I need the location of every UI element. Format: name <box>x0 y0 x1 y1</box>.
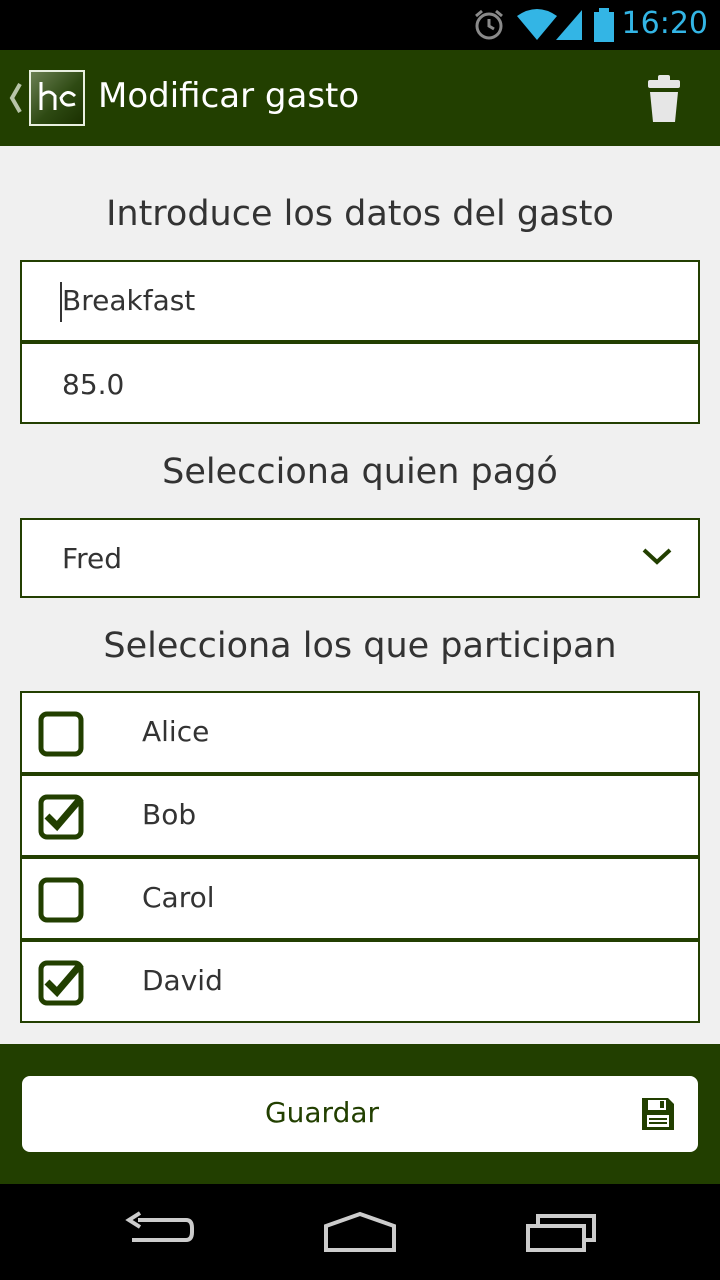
system-nav-bar <box>0 1184 720 1280</box>
recent-apps-icon[interactable] <box>524 1210 600 1254</box>
page-title: Modificar gasto <box>98 76 360 116</box>
participant-label: Carol <box>142 881 215 914</box>
battery-icon <box>594 8 614 42</box>
action-bar: Modificar gasto <box>0 50 720 146</box>
floppy-disk-icon <box>642 1098 674 1130</box>
participant-row-david[interactable]: David <box>20 940 700 1023</box>
expense-heading: Introduce los datos del gasto <box>106 194 614 234</box>
bottom-bar: Guardar <box>0 1044 720 1184</box>
participant-label: David <box>142 964 223 997</box>
trash-icon <box>648 75 680 122</box>
participant-row-alice[interactable]: Alice <box>20 691 700 774</box>
checkbox-unchecked-icon[interactable] <box>38 877 84 923</box>
participant-label: Bob <box>142 798 197 831</box>
hc-logo-icon <box>39 82 77 110</box>
signal-icon <box>556 10 582 40</box>
name-field-value: Breakfast <box>62 284 196 317</box>
status-bar: 16:20 <box>0 0 720 50</box>
alarm-icon <box>475 9 503 40</box>
form-content: Introduce los datos del gasto Breakfast … <box>0 146 720 1044</box>
home-icon[interactable] <box>322 1210 398 1254</box>
status-time: 16:20 <box>621 6 708 41</box>
back-icon[interactable] <box>124 1210 196 1250</box>
payer-selected: Fred <box>62 542 122 575</box>
up-chevron-icon[interactable] <box>6 80 24 116</box>
checkbox-checked-icon[interactable] <box>38 794 84 840</box>
payer-spinner[interactable]: Fred <box>20 518 700 598</box>
amount-field[interactable]: 85.0 <box>20 342 700 424</box>
save-button[interactable]: Guardar <box>22 1076 698 1152</box>
participants-heading: Selecciona los que participan <box>103 626 617 666</box>
participant-row-carol[interactable]: Carol <box>20 857 700 940</box>
chevron-down-icon <box>642 548 672 565</box>
checkbox-unchecked-icon[interactable] <box>38 711 84 757</box>
participant-row-bob[interactable]: Bob <box>20 774 700 857</box>
save-button-label: Guardar <box>264 1096 380 1129</box>
app-logo[interactable] <box>29 70 85 126</box>
checkbox-checked-icon[interactable] <box>38 960 84 1006</box>
payer-heading: Selecciona quien pagó <box>162 452 558 492</box>
delete-button[interactable] <box>640 74 688 124</box>
wifi-icon <box>517 9 557 40</box>
participant-label: Alice <box>142 715 210 748</box>
amount-field-value: 85.0 <box>62 368 125 401</box>
name-field[interactable]: Breakfast <box>20 260 700 342</box>
